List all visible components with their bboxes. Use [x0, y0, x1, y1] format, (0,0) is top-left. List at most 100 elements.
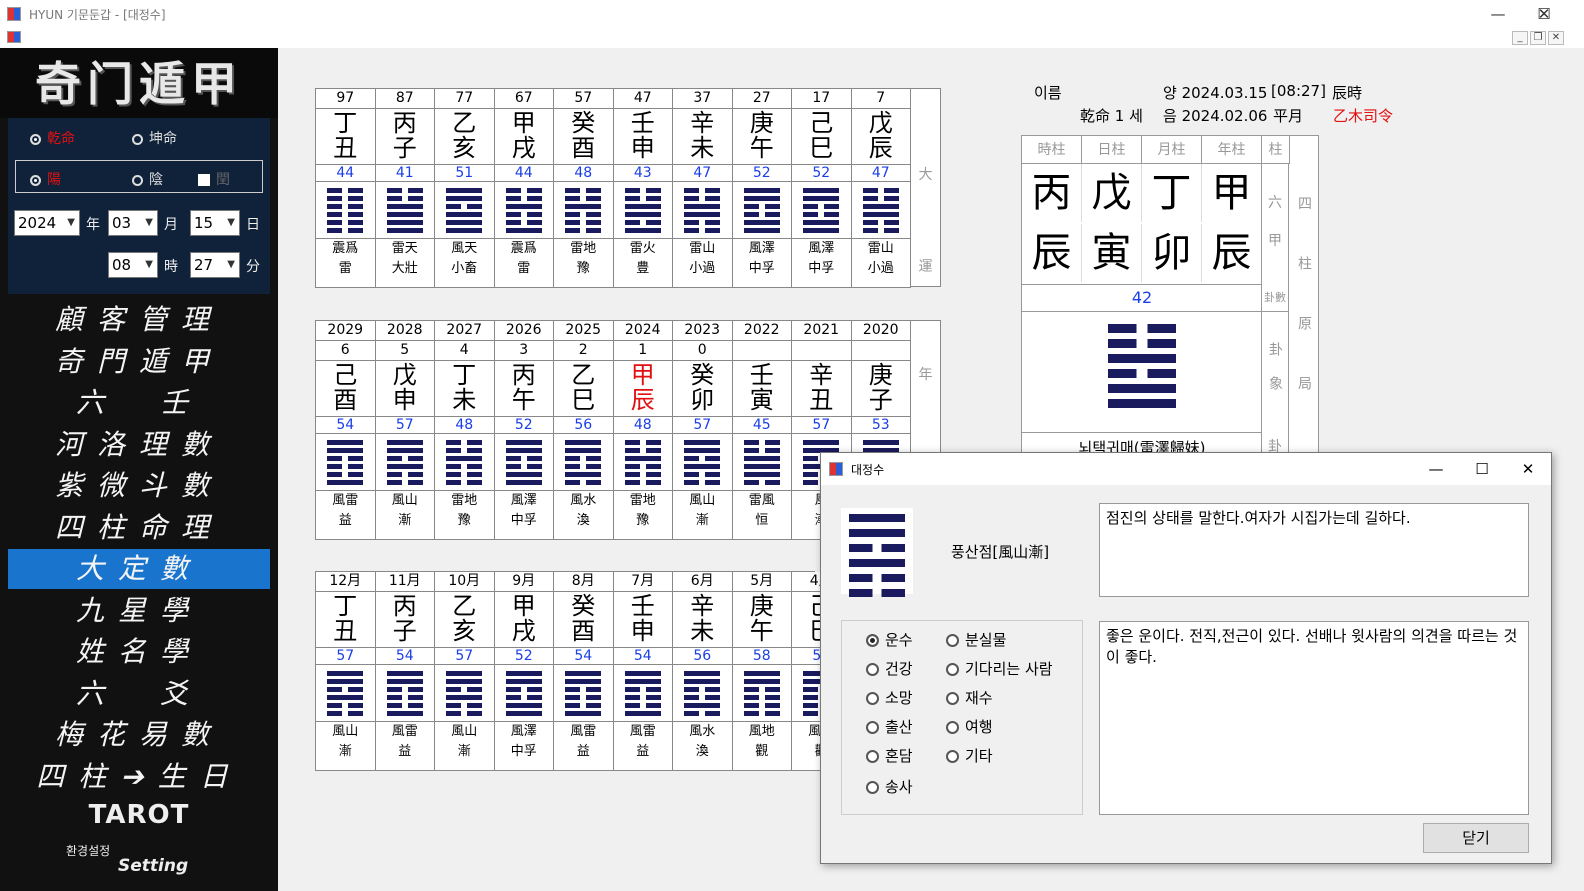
- grid-column[interactable]: 2026 3 丙午 52 風澤 中孚: [494, 321, 554, 539]
- calendar-lunar-option[interactable]: 陰: [132, 169, 163, 189]
- minute-select[interactable]: 27 ▼: [190, 252, 240, 278]
- menu-item[interactable]: 四柱命理: [8, 508, 270, 548]
- grid-column[interactable]: 7月壬申 54 風雷益: [613, 572, 673, 770]
- grid-column[interactable]: 2024 1 甲辰 48 雷地豫: [613, 321, 673, 539]
- day-select[interactable]: 15 ▼: [190, 210, 240, 236]
- menu-item[interactable]: 紫微斗數: [8, 466, 270, 506]
- hexagram-line: [684, 440, 721, 445]
- grid-column[interactable]: 5月庚午 58 風地觀: [732, 572, 792, 770]
- dialog-title: 대정수: [851, 463, 885, 477]
- calendar-solar-option[interactable]: 陽: [30, 169, 61, 189]
- grid-column[interactable]: 7 戊辰 47 雷山 小過: [851, 89, 911, 287]
- category-option[interactable]: 운수: [866, 629, 913, 650]
- grid-column[interactable]: 6月辛未 56 風水渙: [673, 572, 733, 770]
- mdi-close-button[interactable]: ✕: [1548, 31, 1564, 45]
- grid-branch: 亥: [452, 617, 477, 645]
- setting-ko-label[interactable]: 환경설정: [66, 842, 110, 859]
- name-label: 이름: [1034, 84, 1062, 102]
- category-option[interactable]: 기타: [946, 745, 993, 766]
- grid-branch: 申: [630, 617, 655, 645]
- gender-male-option[interactable]: 乾命: [30, 128, 75, 148]
- siling: 乙木司令: [1333, 107, 1394, 125]
- grid-column[interactable]: 2028 5 戊申 57 風山漸: [375, 321, 435, 539]
- gua-name-line2: 豊: [636, 261, 650, 276]
- category-option[interactable]: 소망: [866, 687, 913, 708]
- close-button[interactable]: ✕: [1521, 0, 1567, 28]
- menu-item[interactable]: 奇門遁甲: [8, 342, 270, 382]
- grid-column[interactable]: 10月乙亥 57 風山漸: [435, 572, 495, 770]
- gua-name-line2: 中孚: [808, 261, 835, 276]
- menu-item[interactable]: 六 壬: [8, 383, 270, 423]
- category-option[interactable]: 여행: [946, 716, 993, 737]
- gender-female-option[interactable]: 坤命: [132, 128, 177, 148]
- grid-column[interactable]: 87 丙子 41 雷天 大壯: [375, 89, 435, 287]
- category-radio-group: 운수건강소망출산혼담송사 분실물기다리는 사람재수여행기타: [841, 620, 1083, 815]
- hexagram-line: [505, 448, 542, 453]
- grid-column[interactable]: 67 甲戌 44 震爲雷: [494, 89, 554, 287]
- leap-month-checkbox[interactable]: 閏: [198, 169, 230, 189]
- grid-column[interactable]: 77 乙亥 51 風天 小畜: [435, 89, 495, 287]
- menu-tarot[interactable]: TAROT: [0, 800, 278, 830]
- hour-select[interactable]: 08 ▼: [108, 252, 158, 278]
- grid-column[interactable]: 57 癸酉 48 雷地豫: [554, 89, 614, 287]
- category-option[interactable]: 출산: [866, 716, 913, 737]
- hexagram-line: [624, 703, 661, 708]
- grid-column[interactable]: 27 庚午 52 風澤 中孚: [732, 89, 792, 287]
- hexagram-line: [624, 212, 661, 217]
- menu-item[interactable]: 姓名學: [8, 632, 270, 672]
- mdi-minimize-button[interactable]: _: [1512, 31, 1528, 45]
- grid-branch: 未: [690, 134, 715, 162]
- dialog-minimize-button[interactable]: —: [1413, 453, 1459, 485]
- grid-column[interactable]: 17 己巳 52 風澤 中孚: [792, 89, 852, 287]
- category-option[interactable]: 건강: [866, 658, 913, 679]
- grid-month: 9月: [494, 572, 553, 592]
- category-option[interactable]: 혼담: [866, 745, 913, 766]
- grid-column[interactable]: 2027 4 丁未 48 雷地豫: [435, 321, 495, 539]
- setting-button[interactable]: Setting: [118, 856, 188, 876]
- hexagram-line: [1108, 324, 1176, 333]
- grid-column[interactable]: 97 丁丑 44 震爲雷: [316, 89, 376, 287]
- grid-column[interactable]: 47 壬申 43 雷火豊: [613, 89, 673, 287]
- category-option[interactable]: 송사: [866, 776, 913, 797]
- grid-column[interactable]: 9月甲戌 52 風澤 中孚: [494, 572, 554, 770]
- grid-column[interactable]: 11月丙子 54 風雷益: [375, 572, 435, 770]
- year-select[interactable]: 2024 ▼: [14, 210, 80, 236]
- grid-column[interactable]: 2025 2 乙巳 56 風水渙: [554, 321, 614, 539]
- hexagram-line: [446, 711, 483, 716]
- menu-item[interactable]: 大定數: [8, 549, 270, 589]
- dialog-maximize-button[interactable]: ☐: [1459, 453, 1505, 485]
- category-option[interactable]: 기다리는 사람: [946, 658, 1053, 679]
- menu-item[interactable]: 梅花易數: [8, 715, 270, 755]
- interpretation-text-2[interactable]: 좋은 운이다. 전직,전근이 있다. 선배나 윗사람의 의견을 따르는 것이 좋…: [1099, 621, 1529, 815]
- hexagram-line: [386, 212, 423, 217]
- interpretation-text-1[interactable]: 점진의 상태를 말한다.여자가 시집가는데 길하다.: [1099, 503, 1529, 597]
- dialog-hexagram-box: [841, 508, 913, 597]
- menu-item[interactable]: 四柱➔生日: [8, 757, 270, 797]
- hexagram-line: [624, 448, 661, 453]
- category-option[interactable]: 재수: [946, 687, 993, 708]
- hexagram-line: [849, 559, 905, 567]
- minimize-button[interactable]: —: [1475, 0, 1521, 28]
- menu-item[interactable]: 六 爻: [8, 674, 270, 714]
- dialog-close-button[interactable]: ✕: [1505, 453, 1551, 485]
- grid-stem: 己: [809, 109, 834, 137]
- grid-column[interactable]: 12月丁丑 57 風山漸: [316, 572, 376, 770]
- hexagram-line: [446, 220, 483, 225]
- grid-column[interactable]: 2022 壬寅 45 雷風恒: [732, 321, 792, 539]
- leap-month-label: 閏: [216, 172, 230, 188]
- grid-column[interactable]: 2029 6 己酉 54 風雷益: [316, 321, 376, 539]
- grid-column[interactable]: 8月癸酉 54 風雷益: [554, 572, 614, 770]
- dialog-close-action-button[interactable]: 닫기: [1423, 823, 1529, 853]
- grid-month: 7月: [613, 572, 672, 592]
- category-option[interactable]: 분실물: [946, 629, 1006, 650]
- hexagram-line: [849, 514, 905, 522]
- menu-item[interactable]: 九星學: [8, 591, 270, 631]
- menu-item[interactable]: 河洛理數: [8, 425, 270, 465]
- hexagram-line: [386, 480, 423, 485]
- grid-column[interactable]: 2023 0 癸卯 57 風山漸: [673, 321, 733, 539]
- grid-column[interactable]: 37 辛未 47 雷山 小過: [673, 89, 733, 287]
- gua-name-line2: 益: [576, 744, 590, 759]
- menu-item[interactable]: 顧客管理: [8, 300, 270, 340]
- mdi-restore-button[interactable]: ❐: [1530, 31, 1546, 45]
- month-select[interactable]: 03 ▼: [108, 210, 158, 236]
